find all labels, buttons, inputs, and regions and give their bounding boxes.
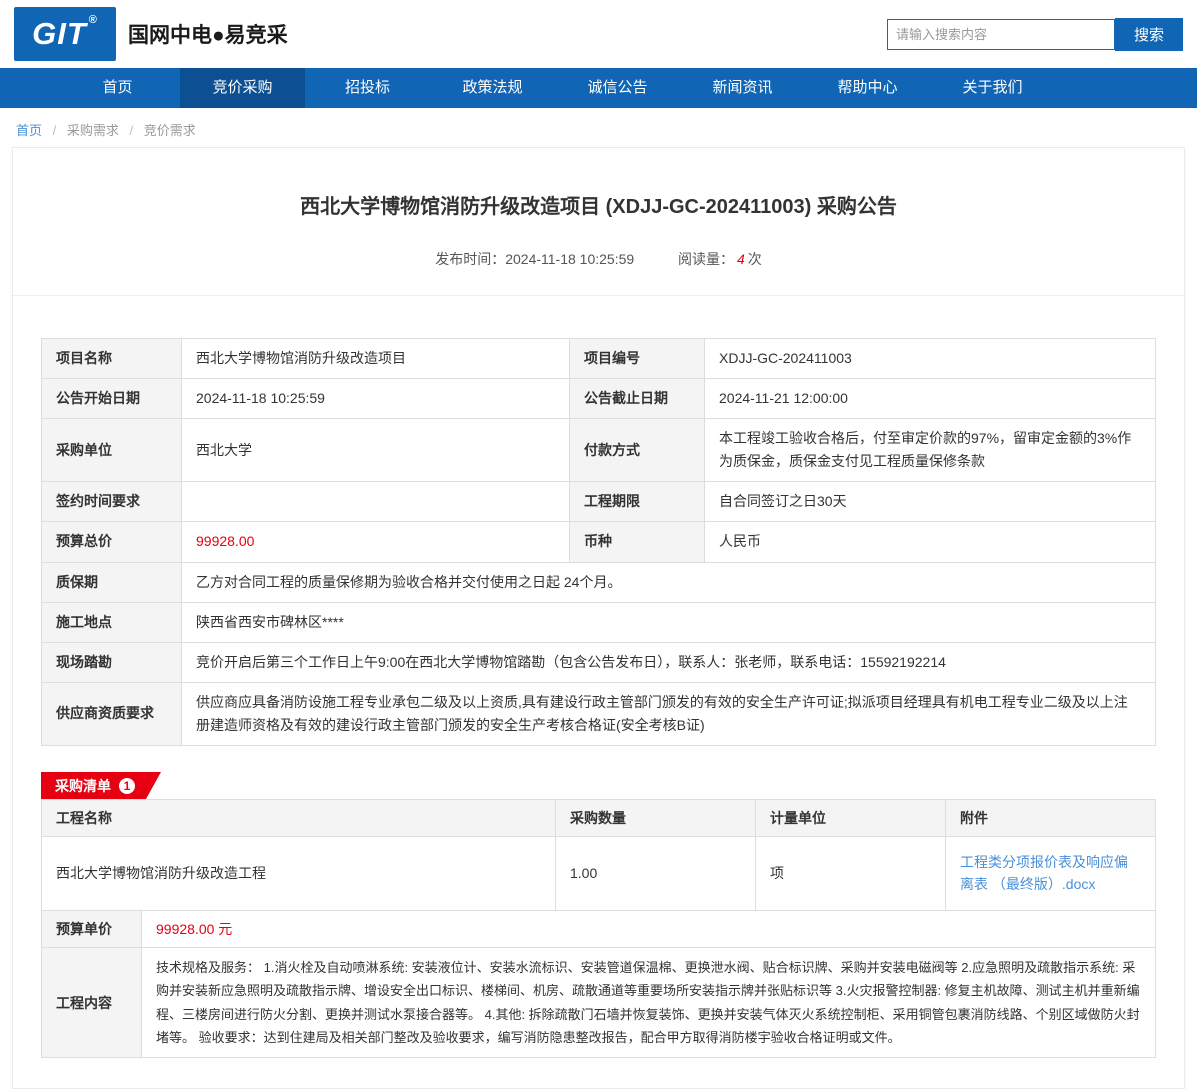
field-value: 西北大学博物馆消防升级改造项目 (182, 339, 570, 379)
field-label: 项目名称 (42, 339, 182, 379)
search-input[interactable] (887, 19, 1115, 50)
purchase-list-tag: 采购清单 1 (41, 772, 161, 799)
nav-item-home[interactable]: 首页 (55, 68, 180, 108)
field-label: 供应商资质要求 (42, 682, 182, 745)
main-nav: 首页 竞价采购 招投标 政策法规 诚信公告 新闻资讯 帮助中心 关于我们 (0, 68, 1197, 108)
logo-text: GIT (32, 16, 87, 52)
field-value: 自合同签订之日30天 (705, 482, 1156, 522)
breadcrumb-separator: / (53, 123, 57, 138)
table-row: 采购单位 西北大学 付款方式 本工程竣工验收合格后，付至审定价款的97%，留审定… (42, 419, 1156, 482)
table-row: 供应商资质要求 供应商应具备消防设施工程专业承包二级及以上资质,具有建设行政主管… (42, 682, 1156, 745)
field-value: 2024-11-21 12:00:00 (705, 379, 1156, 419)
views-count: 4 (737, 251, 745, 267)
field-label: 施工地点 (42, 602, 182, 642)
views-label: 阅读量： (678, 251, 734, 267)
nav-item-help-center[interactable]: 帮助中心 (805, 68, 930, 108)
field-value: 人民币 (705, 522, 1156, 562)
purchase-list-table: 工程名称 采购数量 计量单位 附件 西北大学博物馆消防升级改造工程 1.00 项… (41, 799, 1156, 911)
table-row: 现场踏勘 竞价开启后第三个工作日上午9:00在西北大学博物馆踏勘（包含公告发布日… (42, 642, 1156, 682)
breadcrumb-home[interactable]: 首页 (16, 123, 42, 138)
budget-total-value: 99928.00 (182, 522, 570, 562)
field-label: 质保期 (42, 562, 182, 602)
field-label: 签约时间要求 (42, 482, 182, 522)
column-header: 计量单位 (756, 800, 946, 837)
views-unit: 次 (748, 251, 762, 267)
field-value: 2024-11-18 10:25:59 (182, 379, 570, 419)
field-value: XDJJ-GC-202411003 (705, 339, 1156, 379)
registered-mark-icon: ® (89, 14, 98, 26)
field-label: 币种 (570, 522, 705, 562)
logo[interactable]: GIT® (14, 7, 116, 61)
search-bar: 搜索 (887, 18, 1183, 51)
table-row: 预算总价 99928.00 币种 人民币 (42, 522, 1156, 562)
unit-cell: 项 (756, 837, 946, 911)
field-label: 采购单位 (42, 419, 182, 482)
field-label: 付款方式 (570, 419, 705, 482)
field-value: 陕西省西安市碑林区**** (182, 602, 1156, 642)
breadcrumb-separator: / (130, 123, 134, 138)
table-row: 公告开始日期 2024-11-18 10:25:59 公告截止日期 2024-1… (42, 379, 1156, 419)
field-value: 西北大学 (182, 419, 570, 482)
field-label: 公告开始日期 (42, 379, 182, 419)
publish-time: 2024-11-18 10:25:59 (505, 251, 634, 267)
field-label: 预算单价 (42, 910, 142, 947)
field-label: 公告截止日期 (570, 379, 705, 419)
table-row: 预算单价 99928.00 元 (42, 910, 1156, 947)
nav-item-policy[interactable]: 政策法规 (430, 68, 555, 108)
field-label: 现场踏勘 (42, 642, 182, 682)
table-row: 工程内容 技术规格及服务： 1.消火栓及自动喷淋系统: 安装液位计、安装水流标识… (42, 947, 1156, 1058)
table-row: 签约时间要求 工程期限 自合同签订之日30天 (42, 482, 1156, 522)
divider (13, 295, 1184, 296)
announcement-card: 西北大学博物馆消防升级改造项目 (XDJJ-GC-202411003) 采购公告… (12, 147, 1185, 1089)
work-content-text: 技术规格及服务： 1.消火栓及自动喷淋系统: 安装液位计、安装水流标识、安装管道… (142, 947, 1156, 1058)
nav-item-integrity-notice[interactable]: 诚信公告 (555, 68, 680, 108)
column-header: 工程名称 (42, 800, 556, 837)
nav-item-news[interactable]: 新闻资讯 (680, 68, 805, 108)
field-value: 本工程竣工验收合格后，付至审定价款的97%，留审定金额的3%作为质保金，质保金支… (705, 419, 1156, 482)
search-button[interactable]: 搜索 (1115, 18, 1183, 51)
site-title: 国网中电●易竞采 (128, 19, 288, 49)
column-header: 采购数量 (556, 800, 756, 837)
attachment-link[interactable]: 工程类分项报价表及响应偏离表 （最终版）.docx (960, 854, 1128, 892)
field-value (182, 482, 570, 522)
project-info-table: 项目名称 西北大学博物馆消防升级改造项目 项目编号 XDJJ-GC-202411… (41, 338, 1156, 746)
table-header-row: 工程名称 采购数量 计量单位 附件 (42, 800, 1156, 837)
table-row: 项目名称 西北大学博物馆消防升级改造项目 项目编号 XDJJ-GC-202411… (42, 339, 1156, 379)
field-value: 乙方对合同工程的质量保修期为验收合格并交付使用之日起 24个月。 (182, 562, 1156, 602)
breadcrumb: 首页 / 采购需求 / 竞价需求 (16, 120, 1181, 139)
breadcrumb-bidding-demand: 竞价需求 (144, 123, 196, 138)
field-label: 工程内容 (42, 947, 142, 1058)
top-header: GIT® 国网中电●易竞采 搜索 (0, 0, 1197, 68)
project-detail-table: 预算单价 99928.00 元 工程内容 技术规格及服务： 1.消火栓及自动喷淋… (41, 910, 1156, 1059)
purchase-list-count-badge: 1 (119, 778, 135, 794)
table-row: 质保期 乙方对合同工程的质量保修期为验收合格并交付使用之日起 24个月。 (42, 562, 1156, 602)
quantity-cell: 1.00 (556, 837, 756, 911)
field-value: 竞价开启后第三个工作日上午9:00在西北大学博物馆踏勘（包含公告发布日），联系人… (182, 642, 1156, 682)
article-meta: 发布时间：2024-11-18 10:25:59 阅读量：4次 (13, 249, 1184, 269)
breadcrumb-purchase-demand[interactable]: 采购需求 (67, 123, 119, 138)
nav-item-tender[interactable]: 招投标 (305, 68, 430, 108)
budget-unit-price: 99928.00 元 (142, 910, 1156, 947)
field-label: 项目编号 (570, 339, 705, 379)
attachment-cell: 工程类分项报价表及响应偏离表 （最终版）.docx (946, 837, 1156, 911)
purchase-list-section-header: 采购清单 1 (41, 772, 1156, 799)
column-header: 附件 (946, 800, 1156, 837)
field-label: 工程期限 (570, 482, 705, 522)
purchase-list-tag-label: 采购清单 (55, 776, 111, 796)
field-value: 供应商应具备消防设施工程专业承包二级及以上资质,具有建设行政主管部门颁发的有效的… (182, 682, 1156, 745)
table-row: 施工地点 陕西省西安市碑林区**** (42, 602, 1156, 642)
project-name-cell: 西北大学博物馆消防升级改造工程 (42, 837, 556, 911)
page-title: 西北大学博物馆消防升级改造项目 (XDJJ-GC-202411003) 采购公告 (43, 190, 1154, 219)
nav-item-bidding-purchase[interactable]: 竞价采购 (180, 68, 305, 108)
field-label: 预算总价 (42, 522, 182, 562)
publish-time-label: 发布时间： (435, 251, 505, 267)
nav-item-about-us[interactable]: 关于我们 (930, 68, 1055, 108)
table-row: 西北大学博物馆消防升级改造工程 1.00 项 工程类分项报价表及响应偏离表 （最… (42, 837, 1156, 911)
